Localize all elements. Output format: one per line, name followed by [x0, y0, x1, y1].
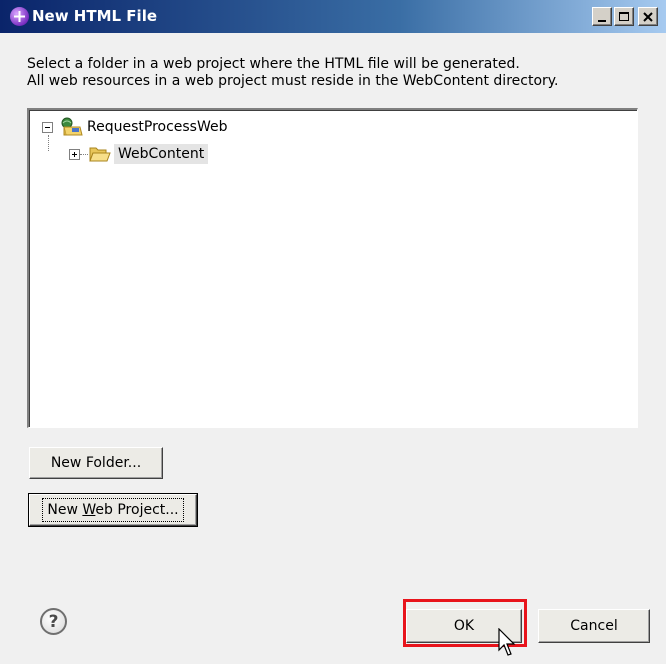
focus-rect: New Web Project...: [42, 498, 184, 522]
maximize-button[interactable]: [614, 7, 634, 26]
tree-item-label: WebContent: [114, 144, 209, 164]
tree-item-webcontent[interactable]: WebContent: [69, 142, 209, 166]
mouse-cursor-icon: [498, 628, 516, 656]
maximize-icon: [619, 12, 629, 21]
tree-connector: [48, 135, 49, 151]
html-file-icon: [10, 7, 29, 26]
collapse-icon[interactable]: [42, 121, 53, 133]
description-line-2: All web resources in a web project must …: [27, 73, 559, 89]
button-label-post: eb Project...: [95, 502, 179, 518]
expand-icon[interactable]: [69, 148, 80, 160]
tree-item-label: RequestProcessWeb: [87, 119, 228, 135]
minimize-button[interactable]: [592, 7, 612, 26]
web-project-icon: [61, 117, 83, 136]
mnemonic-letter: W: [82, 502, 96, 518]
minimize-icon: [598, 19, 606, 22]
folder-icon: [89, 147, 111, 162]
close-icon: [643, 11, 653, 22]
tree-item-project[interactable]: RequestProcessWeb: [42, 115, 232, 139]
new-folder-button[interactable]: New Folder...: [29, 447, 163, 479]
cancel-button[interactable]: Cancel: [538, 609, 650, 643]
close-button[interactable]: [638, 7, 658, 26]
description-line-1: Select a folder in a web project where t…: [27, 56, 520, 72]
window-title: New HTML File: [32, 7, 158, 25]
new-web-project-button[interactable]: New Web Project...: [28, 493, 198, 527]
description: Select a folder in a web project where t…: [27, 56, 559, 90]
button-label-pre: New: [47, 502, 83, 518]
title-bar: New HTML File: [0, 0, 666, 33]
help-icon[interactable]: ?: [40, 608, 67, 635]
tree-connector-h: [80, 153, 88, 155]
